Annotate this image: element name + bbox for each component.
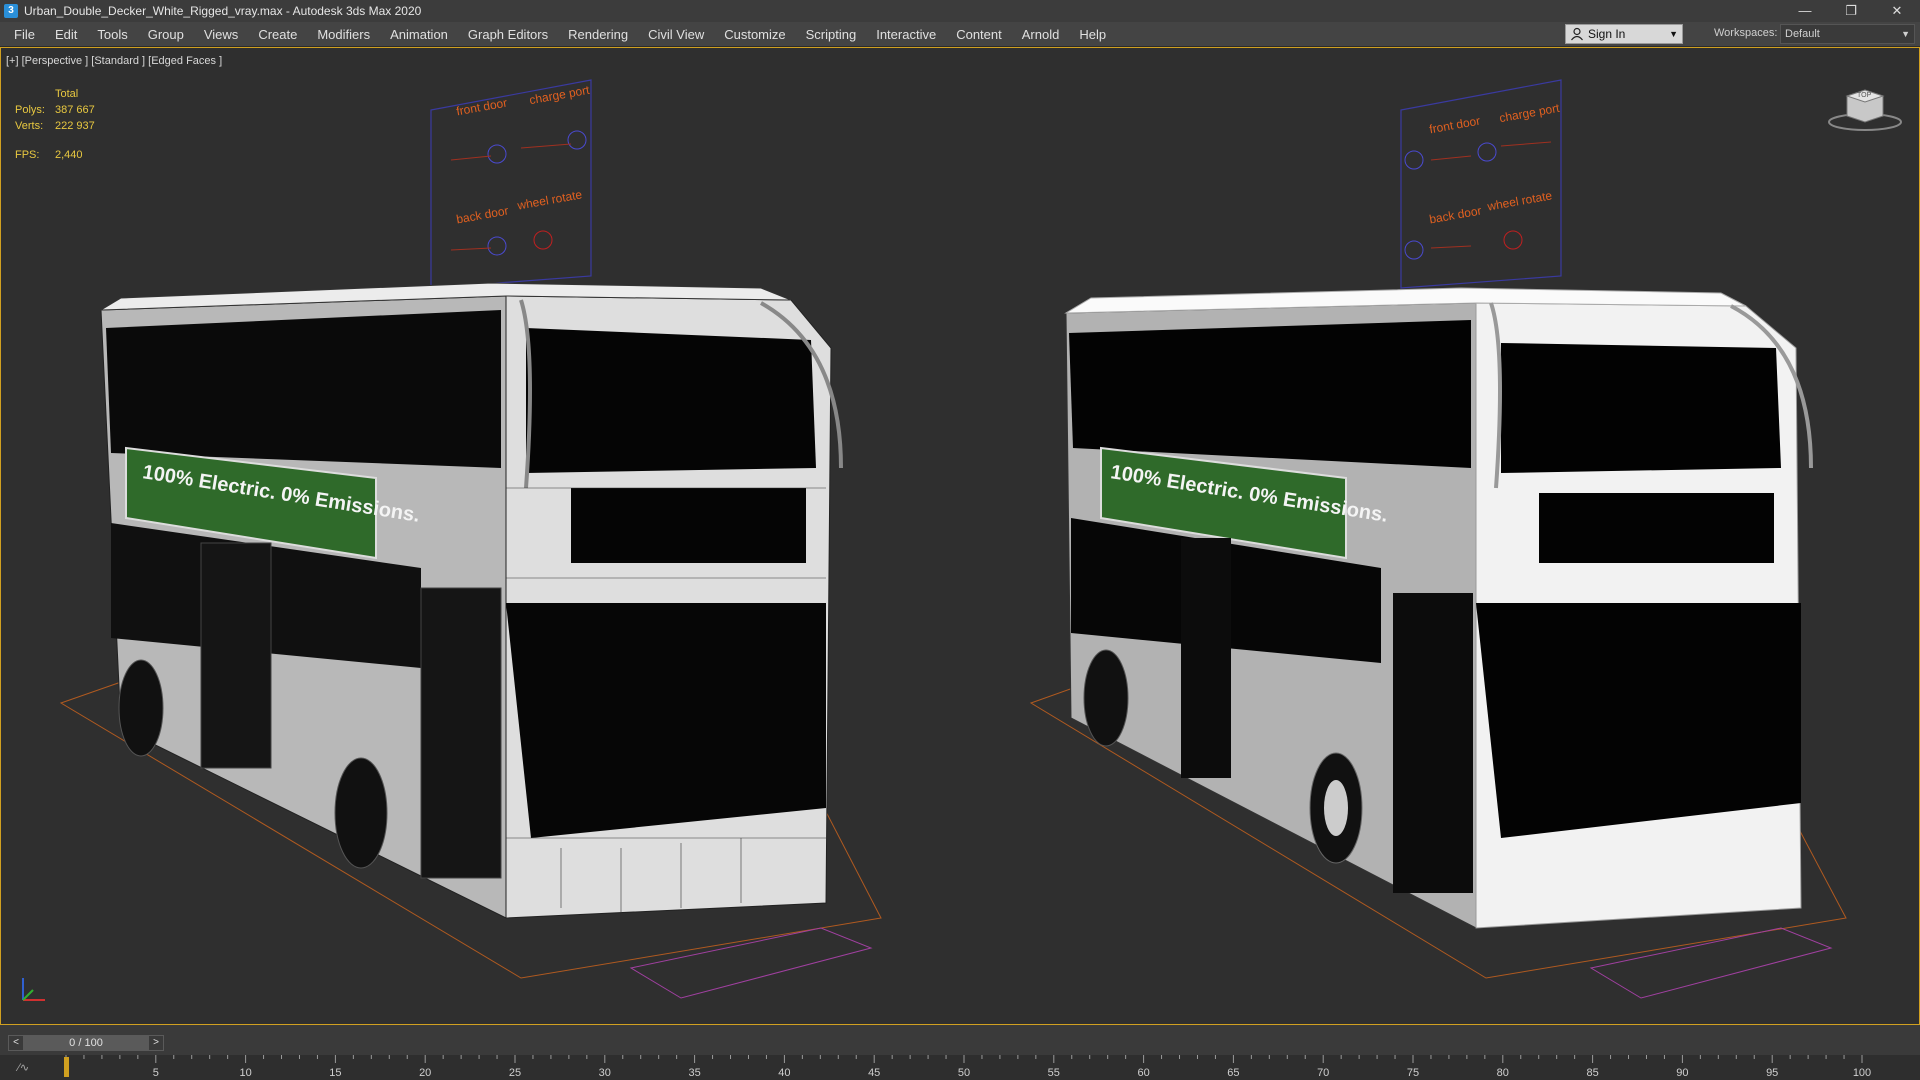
ruler-tick-label: 100: [1853, 1067, 1871, 1079]
menu-animation[interactable]: Animation: [380, 27, 458, 42]
menu-modifiers[interactable]: Modifiers: [307, 27, 380, 42]
ruler-tick-label: 30: [599, 1067, 611, 1079]
menu-arnold[interactable]: Arnold: [1012, 27, 1070, 42]
close-icon[interactable]: ✕: [1874, 0, 1920, 22]
menu-rendering[interactable]: Rendering: [558, 27, 638, 42]
ruler-tick-label: 55: [1048, 1067, 1060, 1079]
ruler-tick-label: 75: [1407, 1067, 1419, 1079]
ruler-tick-label: 35: [688, 1067, 700, 1079]
window-title: Urban_Double_Decker_White_Rigged_vray.ma…: [24, 4, 422, 18]
helper-left: [629, 927, 873, 999]
menu-file[interactable]: File: [0, 27, 45, 42]
sign-in-dropdown[interactable]: Sign In ▼: [1565, 24, 1683, 44]
ruler-tick-label: 10: [239, 1067, 251, 1079]
menu-content[interactable]: Content: [946, 27, 1012, 42]
ruler-tick-label: 85: [1586, 1067, 1598, 1079]
ruler-tick-label: 95: [1766, 1067, 1778, 1079]
app-logo-icon: 3: [4, 4, 18, 18]
ruler-tick-label: 40: [778, 1067, 790, 1079]
ruler-tick-label: 15: [329, 1067, 341, 1079]
title-bar: 3 Urban_Double_Decker_White_Rigged_vray.…: [0, 0, 1920, 22]
time-slider-value: 0 / 100: [23, 1036, 149, 1050]
viewcube[interactable]: TOP: [1825, 84, 1905, 134]
track-bar[interactable]: ∕∿ 5 10 15 20 25 30 35 40 45 50 55 60 65 70 75 80 85 90 95…: [0, 1055, 1920, 1080]
menu-civil-view[interactable]: Civil View: [638, 27, 714, 42]
perspective-viewport[interactable]: front door charge port back door wheel r…: [0, 47, 1920, 1025]
statistics-overlay: Total Polys: 387 667 Verts: 222 937: [15, 86, 95, 134]
axis-gizmo-icon: [22, 978, 45, 1001]
next-frame-icon[interactable]: >: [149, 1036, 163, 1050]
ruler-tick-label: 80: [1497, 1067, 1509, 1079]
prev-frame-icon[interactable]: <: [9, 1036, 23, 1050]
workspaces-label: Workspaces:: [1714, 27, 1778, 39]
sign-in-label: Sign In: [1588, 27, 1626, 41]
menu-graph-editors[interactable]: Graph Editors: [458, 27, 558, 42]
ruler-tick-label: 90: [1676, 1067, 1688, 1079]
timeline-ruler: 5 10 15 20 25 30 35 40 45 50 55 60 65 70 75 80 85 90 95 100: [64, 1055, 1871, 1079]
time-slider[interactable]: < 0 / 100 >: [8, 1035, 164, 1051]
helper-right: [1589, 927, 1833, 999]
ruler-tick-label: 70: [1317, 1067, 1329, 1079]
menu-customize[interactable]: Customize: [714, 27, 795, 42]
timeline-panel: < 0 / 100 > ∕∿ 5 10 15 20 25 30 35 40 45 50 55 60 65…: [0, 1025, 1920, 1080]
ruler-tick-label: 25: [509, 1067, 521, 1079]
workspaces-value: Default: [1785, 28, 1820, 40]
menu-scripting[interactable]: Scripting: [796, 27, 867, 42]
control-panel-left: [430, 79, 592, 289]
fps-readout: FPS: 2,440: [15, 149, 83, 161]
stats-polys: Polys: 387 667: [15, 104, 95, 116]
chevron-down-icon: ▼: [1669, 29, 1678, 39]
restore-icon[interactable]: ❐: [1828, 0, 1874, 22]
menu-help[interactable]: Help: [1069, 27, 1116, 42]
stats-header: Total: [55, 88, 79, 100]
viewport-label[interactable]: [+] [Perspective ] [Standard ] [Edged Fa…: [6, 55, 222, 67]
viewcube-label: TOP: [1857, 92, 1872, 99]
ruler-tick-label: 60: [1137, 1067, 1149, 1079]
menu-create[interactable]: Create: [248, 27, 307, 42]
menu-group[interactable]: Group: [138, 27, 194, 42]
current-frame-marker[interactable]: [64, 1057, 69, 1077]
ruler-tick-label: 65: [1227, 1067, 1239, 1079]
chevron-down-icon: ▼: [1901, 29, 1910, 39]
ruler-tick-label: 5: [153, 1067, 159, 1079]
menu-edit[interactable]: Edit: [45, 27, 87, 42]
menu-tools[interactable]: Tools: [87, 27, 137, 42]
ruler-tick-label: 20: [419, 1067, 431, 1079]
stats-verts: Verts: 222 937: [15, 120, 95, 132]
user-icon: [1571, 27, 1583, 41]
workspaces-select[interactable]: Default ▼: [1780, 24, 1915, 44]
bus-shaded: [1064, 287, 1813, 929]
ruler-tick-label: 50: [958, 1067, 970, 1079]
menu-interactive[interactable]: Interactive: [866, 27, 946, 42]
menu-bar: File Edit Tools Group Views Create Modif…: [0, 22, 1920, 46]
scene-canvas: [59, 79, 1847, 999]
window-controls: — ❐ ✕: [1782, 0, 1920, 22]
bus-wireframe: [99, 282, 843, 919]
minimize-icon[interactable]: —: [1782, 0, 1828, 22]
menu-views[interactable]: Views: [194, 27, 248, 42]
ruler-tick-label: 45: [868, 1067, 880, 1079]
